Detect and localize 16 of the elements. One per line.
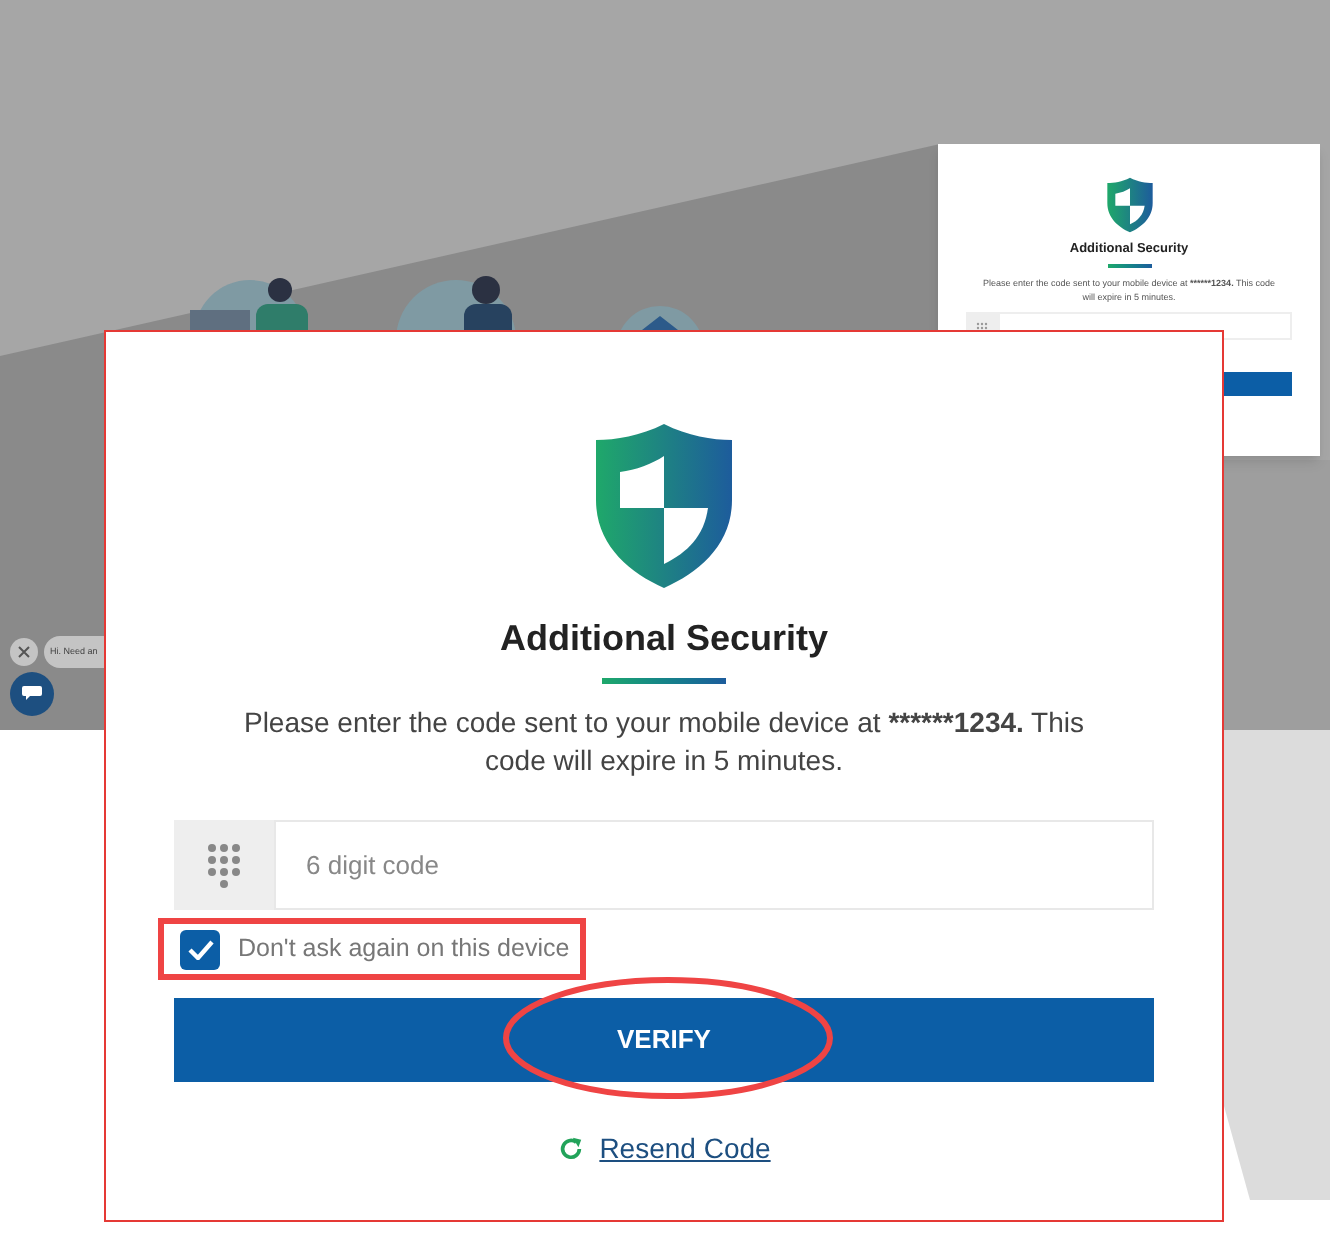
speech-bubble-icon <box>22 686 42 702</box>
checkbox-label: Don't ask again on this device <box>238 932 570 967</box>
title-underline <box>602 678 726 684</box>
shield-icon <box>1105 176 1153 234</box>
instruction-text: Please enter the code sent to your mobile device at ******1234. This code will expire in 5 minutes. <box>241 704 1087 780</box>
code-field[interactable]: 6 digit code <box>274 820 1154 910</box>
keypad-icon <box>174 820 274 910</box>
checkbox[interactable] <box>180 929 220 969</box>
resend-code-link[interactable]: Resend Code <box>557 1128 771 1170</box>
refresh-icon <box>557 1136 584 1162</box>
shield-icon <box>592 420 736 592</box>
check-icon <box>187 939 213 959</box>
dialog-title: Additional Security <box>499 616 829 662</box>
verify-button[interactable]: VERIFY <box>174 998 1154 1082</box>
close-icon <box>18 646 30 658</box>
title-underline <box>1107 263 1151 268</box>
